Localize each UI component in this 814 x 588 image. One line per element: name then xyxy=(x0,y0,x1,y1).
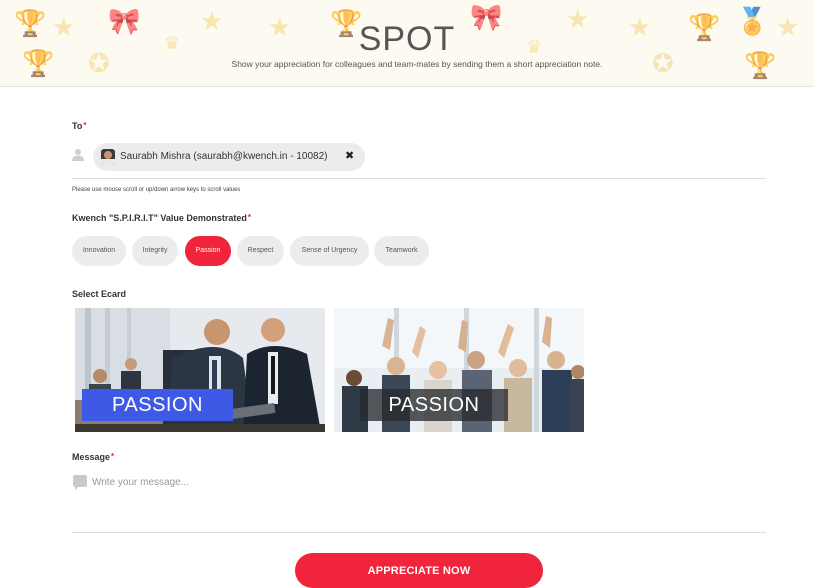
avatar xyxy=(101,149,115,165)
ecard-caption: PASSION xyxy=(360,389,508,421)
page-title: SPOT xyxy=(358,20,456,58)
message-icon xyxy=(73,475,87,490)
value-option-respect[interactable]: Respect xyxy=(237,236,284,266)
page-subtitle: Show your appreciation for colleagues an… xyxy=(231,59,603,69)
required-mark: * xyxy=(111,452,115,461)
value-option-innovation[interactable]: Innovation xyxy=(72,236,126,266)
message-label: Message* xyxy=(72,452,114,462)
value-option-passion[interactable]: Passion xyxy=(185,236,231,266)
recipient-name: Saurabh Mishra (saurabh@kwench.in - 1008… xyxy=(120,151,328,162)
value-option-teamwork[interactable]: Teamwork xyxy=(374,236,429,266)
spirit-label: Kwench "S.P.I.R.I.T" Value Demonstrated* xyxy=(72,213,251,223)
to-label-text: To xyxy=(72,121,83,131)
ecard-option-1[interactable]: PASSION xyxy=(75,308,325,432)
recipient-field[interactable]: Saurabh Mishra (saurabh@kwench.in - 1008… xyxy=(72,142,766,179)
message-field[interactable] xyxy=(72,472,766,533)
appreciate-now-button[interactable]: APPRECIATE NOW xyxy=(295,553,543,588)
required-mark: * xyxy=(247,213,252,222)
header-banner: 🏆 ★ 🎀 ♛ 🏆 ✪ ★ ★ 🏆 🎀 ♛ ★ ★ ✪ 🏆 🏅 ★ 🏆 SPOT… xyxy=(0,0,814,87)
person-icon xyxy=(72,149,84,161)
value-option-integrity[interactable]: Integrity xyxy=(132,236,178,266)
ecard-caption: PASSION xyxy=(82,389,233,421)
recipient-chip[interactable]: Saurabh Mishra (saurabh@kwench.in - 1008… xyxy=(93,143,365,171)
scroll-hint: Please use mouse scroll or up/down arrow… xyxy=(72,187,241,193)
ecard-label: Select Ecard xyxy=(72,289,127,299)
close-icon[interactable]: ✖ xyxy=(345,149,354,162)
message-input[interactable] xyxy=(92,472,752,492)
spirit-label-text: Kwench "S.P.I.R.I.T" Value Demonstrated xyxy=(72,213,247,223)
to-label: To* xyxy=(72,121,86,131)
required-mark: * xyxy=(83,121,87,130)
value-option-sense-of-urgency[interactable]: Sense of Urgency xyxy=(290,236,369,266)
ecard-option-2[interactable]: PASSION xyxy=(334,308,584,432)
message-label-text: Message xyxy=(72,452,111,462)
